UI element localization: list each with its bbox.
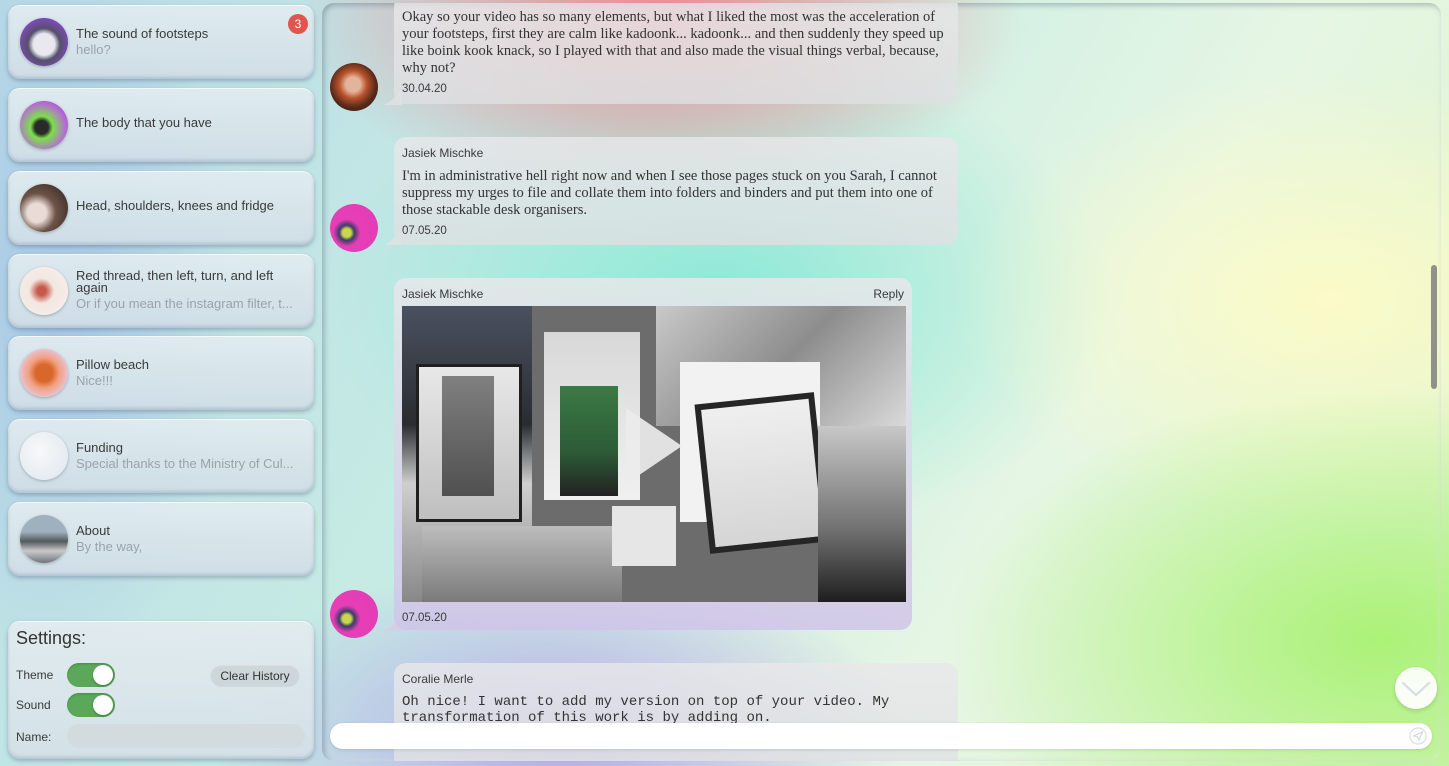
conversation-title: About [76, 523, 110, 538]
play-icon[interactable] [626, 408, 682, 484]
conversation-item-body-that-you-have[interactable]: The body that you have [8, 88, 314, 162]
theme-label: Theme [16, 668, 54, 682]
video-frame-part [442, 376, 494, 496]
conversation-avatar [20, 432, 68, 480]
video-frame-part [422, 526, 622, 602]
name-label: Name: [16, 730, 52, 744]
conversation-avatar [20, 267, 68, 315]
message-avatar [330, 590, 378, 638]
conversation-item-sound-of-footsteps[interactable]: The sound of footsteps hello? 3 [8, 5, 314, 79]
message-avatar [330, 204, 378, 252]
sound-toggle[interactable] [67, 693, 115, 717]
sound-label: Sound [16, 698, 51, 712]
video-frame-part [694, 392, 830, 554]
conversation-title: The body that you have [76, 115, 212, 130]
conversation-preview: Special thanks to the Ministry of Cul... [76, 456, 294, 471]
message-text: Oh nice! I want to add my version on top… [402, 694, 890, 726]
conversation-title: The sound of footsteps [76, 26, 209, 41]
message-author: Jasiek Mischke [402, 287, 484, 301]
conversation-item-about[interactable]: About By the way, [8, 502, 314, 576]
message-text: I'm in administrative hell right now and… [402, 168, 937, 218]
conversation-sidebar: The sound of footsteps hello? 3 The body… [0, 0, 322, 766]
name-input[interactable] [67, 724, 305, 748]
toggle-knob [93, 695, 113, 715]
conversation-preview: hello? [76, 42, 111, 57]
conversation-avatar [20, 184, 68, 232]
settings-heading: Settings: [16, 628, 87, 648]
message-date: 07.05.20 [402, 612, 447, 624]
video-frame-part [560, 386, 618, 496]
clear-history-button[interactable]: Clear History [210, 664, 300, 687]
conversation-preview: By the way, [76, 539, 143, 554]
scroll-down-button[interactable] [1395, 667, 1437, 709]
conversation-avatar [20, 515, 68, 563]
conversation-avatar [20, 18, 68, 66]
conversation-title: Funding [76, 440, 123, 455]
toggle-knob [93, 665, 113, 685]
video-frame-part [612, 506, 676, 566]
conversation-preview: Nice!!! [76, 373, 113, 388]
settings-panel: Settings: Theme Clear History Sound Name… [8, 621, 314, 759]
video-player[interactable] [402, 306, 906, 602]
chat-panel: Okay so your video has so many elements,… [322, 3, 1441, 761]
conversation-avatar [20, 101, 68, 149]
scrollbar-thumb[interactable] [1431, 265, 1437, 389]
conversation-item-head-shoulders[interactable]: Head, shoulders, knees and fridge [8, 171, 314, 245]
message-composer [330, 723, 1432, 749]
conversation-item-red-thread[interactable]: Red thread, then left, turn, and left ag… [8, 254, 314, 328]
message-text: Okay so your video has so many elements,… [402, 9, 944, 76]
unread-badge: 3 [288, 14, 308, 34]
conversation-title: Red thread, then left, turn, and left ag… [76, 268, 274, 295]
conversation-title: Head, shoulders, knees and fridge [76, 198, 275, 213]
video-frame-part [818, 426, 906, 602]
send-icon[interactable] [1409, 727, 1427, 745]
message-input[interactable] [330, 723, 1400, 749]
conversation-item-funding[interactable]: Funding Special thanks to the Ministry o… [8, 419, 314, 493]
conversation-title: Pillow beach [76, 357, 149, 372]
message-bubble: Okay so your video has so many elements,… [394, 3, 958, 104]
message-author: Jasiek Mischke [402, 146, 484, 160]
reply-button[interactable]: Reply [873, 287, 904, 301]
conversation-item-pillow-beach[interactable]: Pillow beach Nice!!! [8, 336, 314, 410]
message-bubble: Jasiek Mischke Reply 07.05.20 [394, 278, 912, 630]
conversation-avatar [20, 349, 68, 397]
chevron-down-icon [1401, 681, 1431, 697]
message-author: Coralie Merle [402, 672, 474, 686]
message-date: 30.04.20 [402, 83, 447, 95]
message-bubble: Jasiek Mischke I'm in administrative hel… [394, 137, 958, 245]
conversation-preview: Or if you mean the instagram filter, t..… [76, 296, 293, 311]
message-date: 07.05.20 [402, 225, 447, 237]
message-avatar [330, 63, 378, 111]
theme-toggle[interactable] [67, 663, 115, 687]
